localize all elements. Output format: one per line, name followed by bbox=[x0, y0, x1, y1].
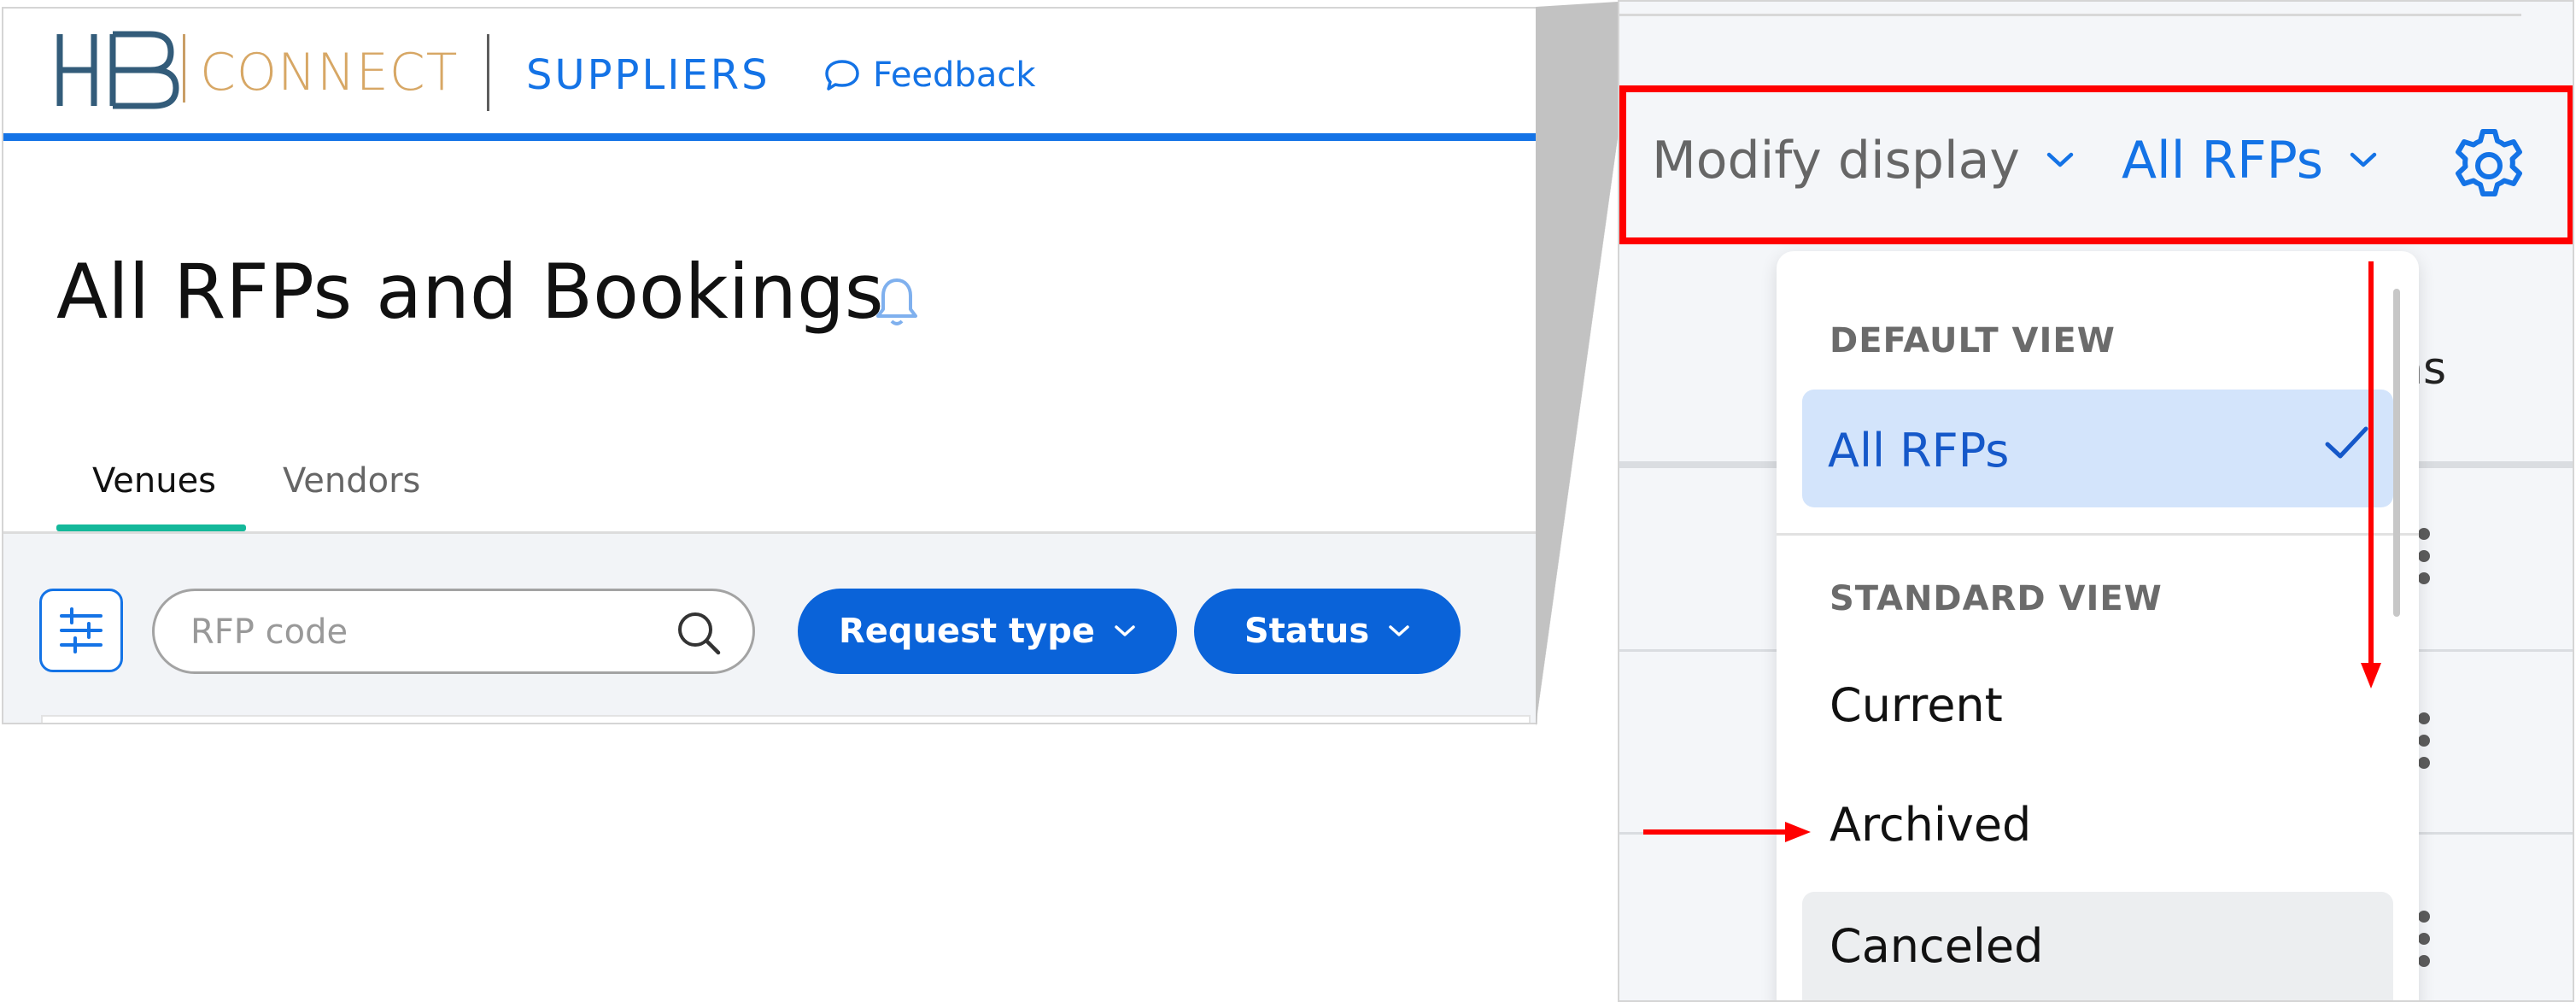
active-tab-indicator bbox=[56, 524, 246, 531]
zoomed-view-panel: ns Modify display All RFPs DEFAULT VIEW … bbox=[1618, 0, 2574, 1002]
nav-suppliers-link[interactable]: SUPPLIERS bbox=[526, 51, 770, 99]
view-select-dropdown[interactable]: All RFPs bbox=[2122, 131, 2378, 190]
topbar-accent-line bbox=[3, 133, 1536, 141]
nav-divider bbox=[487, 34, 489, 111]
search-icon[interactable] bbox=[674, 608, 723, 658]
rfp-code-search bbox=[152, 589, 755, 674]
archived-pointer-arrow-annotation bbox=[1643, 822, 1811, 842]
rfp-code-input[interactable] bbox=[189, 610, 670, 654]
menu-scrollbar[interactable] bbox=[2393, 289, 2400, 617]
results-table-edge bbox=[41, 715, 1531, 723]
view-options-menu: DEFAULT VIEW All RFPs STANDARD VIEW Curr… bbox=[1777, 251, 2419, 1000]
status-label: Status bbox=[1244, 612, 1370, 651]
menu-item-current[interactable]: Current bbox=[1830, 678, 2003, 732]
modify-display-dropdown[interactable]: Modify display bbox=[1652, 131, 2075, 190]
view-toolbar-highlight: Modify display All RFPs bbox=[1619, 85, 2573, 244]
menu-item-archived[interactable]: Archived bbox=[1830, 798, 2031, 852]
zoom-connector bbox=[1536, 2, 1618, 726]
zoom-top-rule bbox=[1619, 14, 2521, 16]
row-actions-kebab-icon[interactable] bbox=[2418, 712, 2430, 769]
status-dropdown[interactable]: Status bbox=[1194, 589, 1461, 674]
gear-icon[interactable] bbox=[2448, 125, 2530, 207]
hb-logo-mark: HB bbox=[56, 31, 179, 109]
feedback-link[interactable]: Feedback bbox=[823, 56, 1036, 95]
sliders-icon bbox=[60, 607, 102, 653]
tab-vendors[interactable]: Vendors bbox=[283, 461, 420, 501]
logo-divider bbox=[183, 34, 185, 103]
top-navigation-bar: HB CONNECT SUPPLIERS Feedback bbox=[3, 9, 1536, 141]
row-actions-kebab-icon[interactable] bbox=[2418, 528, 2430, 584]
tab-venues[interactable]: Venues bbox=[92, 461, 216, 501]
filters-toggle-button[interactable] bbox=[39, 589, 123, 672]
feedback-label: Feedback bbox=[873, 56, 1036, 95]
menu-item-canceled[interactable]: Canceled bbox=[1830, 919, 2043, 973]
chat-bubble-icon bbox=[825, 60, 859, 91]
chevron-down-icon bbox=[1115, 625, 1135, 636]
chevron-down-icon bbox=[1389, 625, 1409, 636]
notification-bell-icon[interactable] bbox=[873, 275, 921, 330]
view-select-label: All RFPs bbox=[2122, 131, 2324, 190]
standard-view-heading: STANDARD VIEW bbox=[1830, 579, 2163, 618]
chevron-down-icon bbox=[2046, 152, 2074, 167]
request-type-dropdown[interactable]: Request type bbox=[798, 589, 1177, 674]
suppliers-page-panel: HB CONNECT SUPPLIERS Feedback All RFPs a… bbox=[2, 7, 1537, 724]
row-actions-kebab-icon[interactable] bbox=[2418, 911, 2430, 967]
modify-display-label: Modify display bbox=[1652, 131, 2020, 190]
filter-bar: Request type Status bbox=[3, 534, 1536, 723]
menu-divider bbox=[1777, 533, 2419, 536]
logo-wordmark: CONNECT bbox=[200, 43, 459, 103]
menu-item-all-rfps[interactable]: All RFPs bbox=[1802, 390, 2393, 507]
request-type-label: Request type bbox=[839, 612, 1095, 651]
chevron-down-icon bbox=[2350, 152, 2377, 167]
page-title: All RFPs and Bookings bbox=[56, 248, 884, 336]
default-view-heading: DEFAULT VIEW bbox=[1830, 321, 2116, 360]
scroll-down-arrow-annotation bbox=[2361, 261, 2381, 689]
menu-item-all-rfps-label: All RFPs bbox=[1828, 424, 2010, 478]
